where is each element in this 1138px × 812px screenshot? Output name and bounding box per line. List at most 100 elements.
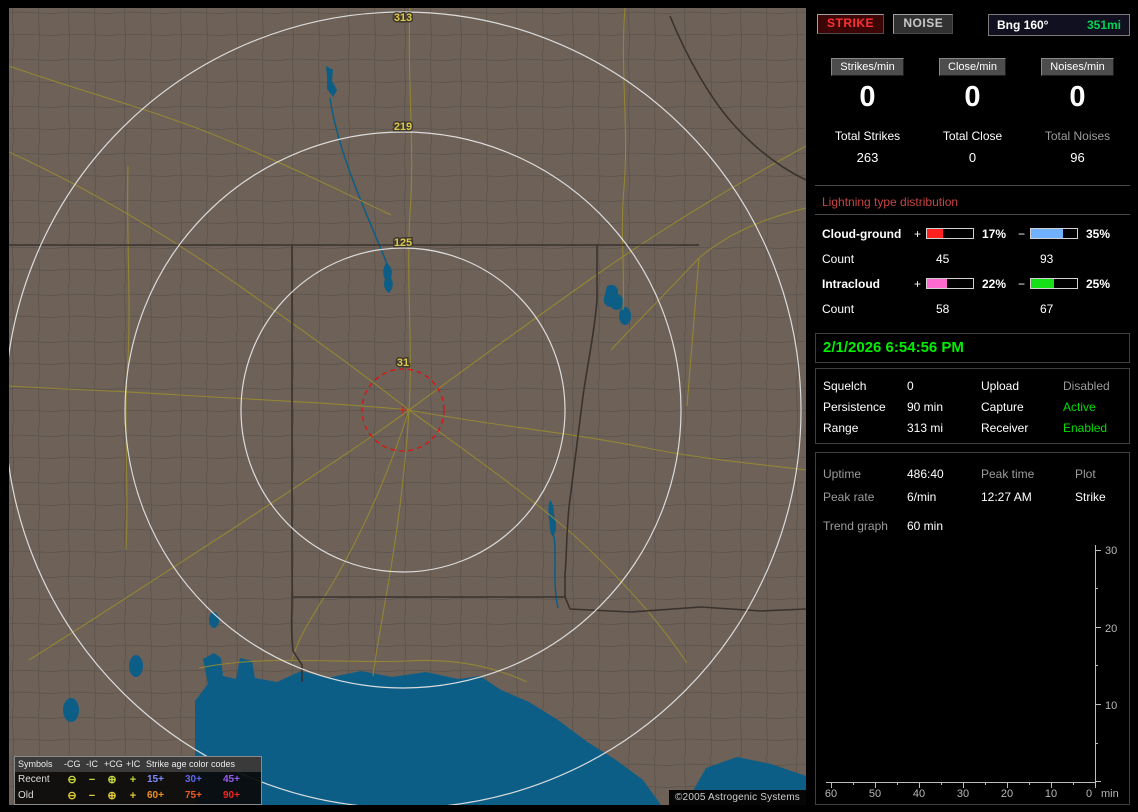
- range-label: Range: [823, 420, 859, 435]
- range-ring-label: 125: [394, 237, 412, 249]
- neg-cg-icon: ⊖: [67, 774, 77, 786]
- y-tick-label: 30: [1105, 545, 1117, 557]
- legend-row-recent: Recent ⊖ − ⊕ + 15+ 30+ 45+: [15, 772, 261, 788]
- clock-display: 2/1/2026 6:54:56 PM: [815, 333, 1130, 363]
- strike-mode-button[interactable]: STRIKE: [817, 14, 885, 34]
- range-ring-label: 31: [397, 357, 409, 369]
- stats-row: Uptime 486:40 Peak time Plot: [823, 462, 1129, 485]
- legend-age-value: 75+: [185, 790, 202, 801]
- bearing-readout: Bng 160° 351mi: [988, 14, 1130, 36]
- positive-count-value: 45: [936, 251, 950, 266]
- trend-graph-window: 60 min: [907, 519, 944, 533]
- y-tick-label: 10: [1105, 700, 1117, 712]
- legend-age-value: 30+: [185, 774, 202, 785]
- status-panel: STRIKE NOISE Bng 160° 351mi Strikes/min …: [815, 8, 1130, 805]
- close-per-min-value: 0: [964, 81, 981, 113]
- peak-rate-value: 6/min: [907, 489, 937, 504]
- upload-label: Upload: [981, 378, 1020, 393]
- rate-counter: Close/min 0: [920, 58, 1025, 114]
- x-tick-label: 30: [957, 788, 969, 800]
- mode-toolbar: STRIKE NOISE Bng 160° 351mi: [817, 14, 1130, 36]
- range-ring-label: 313: [394, 12, 412, 24]
- map-canvas[interactable]: 313 219 125 31 Symbols -CG -IC +CG +IC S…: [9, 8, 806, 805]
- pos-cg-icon: ⊕: [107, 774, 117, 786]
- range-value: 313 mi: [907, 420, 944, 435]
- total-counter: Total Strikes 263: [815, 114, 920, 165]
- legend-age-value: 90+: [223, 790, 240, 801]
- peak-time-value: 12:27 AM: [981, 489, 1032, 504]
- uptime-label: Uptime: [823, 466, 862, 481]
- y-tick-label: 20: [1105, 623, 1117, 635]
- legend-col-pos-ic: +IC: [126, 759, 141, 769]
- app: { "map": { "ring_labels": ["313", "219",…: [0, 0, 1138, 812]
- receiver-label: Receiver: [981, 420, 1029, 435]
- total-close-value: 0: [968, 150, 977, 165]
- legend-row-old: Old ⊖ − ⊕ + 60+ 75+ 90+: [15, 788, 261, 804]
- total-close-label: Total Close: [942, 129, 1003, 143]
- legend-header: Symbols -CG -IC +CG +IC Strike age color…: [15, 757, 261, 772]
- x-tick-label: 50: [869, 788, 881, 800]
- capture-label: Capture: [981, 399, 1024, 414]
- neg-ic-icon: −: [88, 774, 96, 786]
- negative-percent-value: 25%: [1086, 276, 1111, 291]
- map-legend: Symbols -CG -IC +CG +IC Strike age color…: [14, 756, 262, 805]
- legend-col-pos-cg: +CG: [104, 759, 123, 769]
- legend-age-value: 60+: [147, 790, 164, 801]
- strikes-per-min-button[interactable]: Strikes/min: [831, 58, 904, 76]
- divider: [815, 185, 1130, 186]
- x-tick-label: 0: [1086, 788, 1092, 800]
- squelch-label: Squelch: [823, 378, 867, 393]
- pos-ic-icon: +: [129, 774, 137, 786]
- bearing-label: Bng 160°: [997, 18, 1049, 32]
- divider: [815, 214, 1130, 215]
- receiver-status: Enabled: [1063, 420, 1108, 435]
- close-per-min-button[interactable]: Close/min: [939, 58, 1006, 76]
- settings-row: Range 313 mi Receiver Enabled: [823, 417, 1129, 438]
- rate-counter: Strikes/min 0: [815, 58, 920, 114]
- positive-count-value: 58: [936, 301, 950, 316]
- bearing-distance: 351mi: [1086, 18, 1121, 32]
- strikes-per-min-value: 0: [859, 81, 876, 113]
- distribution-title: Lightning type distribution: [822, 195, 959, 209]
- x-tick-label: 20: [1001, 788, 1013, 800]
- settings-row: Persistence 90 min Capture Active: [823, 396, 1129, 417]
- count-label: Count: [822, 301, 855, 316]
- x-tick-label: 40: [913, 788, 925, 800]
- positive-percent-bar: [926, 228, 974, 239]
- noise-mode-button[interactable]: NOISE: [893, 14, 954, 34]
- trend-graph: 30 20 10 60 50 40 30 20 10 0 min: [825, 545, 1119, 800]
- peak-rate-label: Peak rate: [823, 489, 875, 504]
- total-counter: Total Noises 96: [1025, 114, 1130, 165]
- persistence-value: 90 min: [907, 399, 944, 414]
- capture-status: Active: [1063, 399, 1096, 414]
- noises-per-min-button[interactable]: Noises/min: [1041, 58, 1114, 76]
- negative-count-value: 67: [1040, 301, 1054, 316]
- pos-ic-icon: +: [129, 790, 137, 802]
- rate-counter: Noises/min 0: [1025, 58, 1130, 114]
- positive-percent-bar: [926, 278, 974, 289]
- total-counter: Total Close 0: [920, 114, 1025, 165]
- peak-time-label: Peak time: [981, 466, 1035, 481]
- legend-symbols-header: Symbols: [18, 759, 53, 769]
- total-strikes-label: Total Strikes: [834, 129, 901, 143]
- trend-graph-row: Trend graph 60 min: [823, 515, 1129, 537]
- x-axis-unit-label: min: [1101, 788, 1119, 800]
- uptime-value: 486:40: [907, 466, 944, 481]
- stats-section: Uptime 486:40 Peak time Plot Peak rate 6…: [815, 452, 1130, 805]
- total-noises-label: Total Noises: [1044, 129, 1111, 143]
- neg-cg-icon: ⊖: [67, 790, 77, 802]
- count-row: Count 58 67: [815, 296, 1130, 321]
- legend-row-label: Old: [18, 790, 34, 801]
- squelch-value: 0: [907, 378, 914, 393]
- count-row: Count 45 93: [815, 246, 1130, 271]
- positive-percent-value: 22%: [982, 276, 1007, 291]
- negative-percent-bar: [1030, 278, 1078, 289]
- counters-section: Strikes/min 0 Close/min 0 Noises/min 0 T…: [815, 48, 1130, 321]
- trend-graph-label: Trend graph: [823, 519, 888, 533]
- persistence-label: Persistence: [823, 399, 886, 414]
- x-tick-label: 60: [825, 788, 837, 800]
- settings-row: Squelch 0 Upload Disabled: [823, 375, 1129, 396]
- range-ring-label: 219: [394, 121, 412, 133]
- minus-sign: −: [1018, 276, 1026, 291]
- upload-status: Disabled: [1063, 378, 1110, 393]
